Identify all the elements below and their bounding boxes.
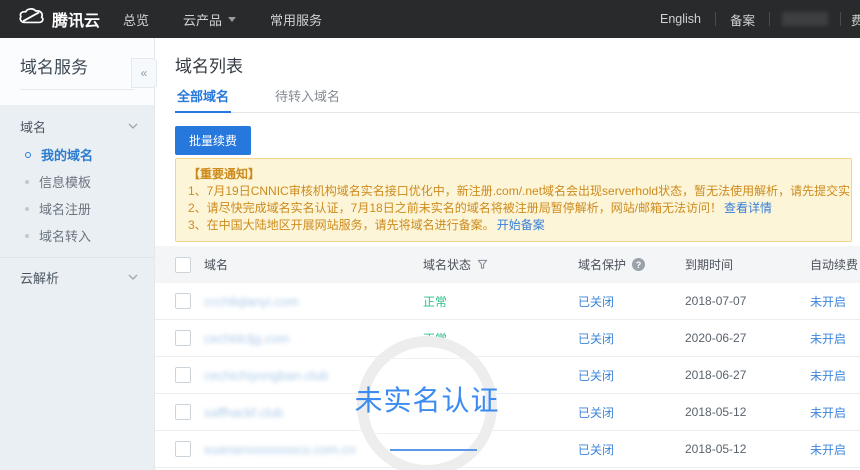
table-header: 域名 域名状态 域名保护 ? 到期时间 自动续费 (155, 246, 860, 283)
lens-row-divider (374, 433, 480, 434)
domain-cell[interactable]: xuananvooooooco.com.cn (204, 442, 356, 457)
nav-item-common-services[interactable]: 常用服务 (253, 0, 339, 38)
auto-renew-cell[interactable]: 未开启 (810, 443, 846, 457)
expiry-cell: 2018-06-27 (685, 368, 810, 382)
main-content: 域名列表 全部域名 待转入域名 批量续费 【重要通知】 1、7月19日CNNIC… (155, 38, 860, 470)
not-verified-watermark: 未实名认证 (355, 379, 500, 419)
account-name-blurred[interactable] (782, 12, 828, 26)
protection-cell[interactable]: 已关闭 (578, 443, 614, 457)
sidebar-item-domain-register[interactable]: 域名注册 (0, 195, 154, 222)
nav-item-cloud-products[interactable]: 云产品 (166, 0, 253, 38)
table-row: ccchliqlanyi.com 正常 已关闭 2018-07-07 未开启 (155, 283, 860, 320)
header-status: 域名状态 (423, 256, 578, 273)
table-row: cechldcljg.com 正常 已关闭 2020-06-27 未开启 (155, 320, 860, 357)
sidebar: 域名服务 « 域名 我的域名 信息模板 域名注册 域名转入 云解析 (0, 38, 155, 470)
expiry-cell: 2018-05-12 (685, 405, 810, 419)
lens-magnified-link-underline (390, 449, 477, 451)
domain-cell[interactable]: saffhackf.club (204, 405, 283, 420)
header-protection: 域名保护 ? (578, 256, 685, 273)
domain-table: 域名 域名状态 域名保护 ? 到期时间 自动续费 ccchliqlanyi.co… (155, 246, 860, 468)
lens-row-divider (374, 358, 480, 359)
sidebar-item-info-templates[interactable]: 信息模板 (0, 168, 154, 195)
bullet-icon (25, 207, 29, 211)
tab-bar: 全部域名 待转入域名 (175, 86, 860, 113)
sidebar-section-dns[interactable]: 云解析 (0, 260, 154, 294)
divider (769, 12, 770, 26)
nav-menu: 总览 云产品 常用服务 (106, 0, 339, 38)
navbar-right: English 备案 费 (646, 0, 860, 38)
status-cell: 正常 (423, 293, 578, 310)
bullet-icon (25, 234, 29, 238)
tab-pending-transfer-in[interactable]: 待转入域名 (273, 86, 342, 113)
protection-cell[interactable]: 已关闭 (578, 406, 614, 420)
auto-renew-cell[interactable]: 未开启 (810, 295, 846, 309)
protection-cell[interactable]: 已关闭 (578, 369, 614, 383)
divider (840, 12, 841, 26)
page-title: 域名列表 (175, 52, 243, 77)
expiry-cell: 2018-05-12 (685, 442, 810, 456)
chevron-down-icon (128, 274, 138, 280)
protection-cell[interactable]: 已关闭 (578, 332, 614, 346)
chevron-down-icon (128, 123, 138, 129)
tencent-cloud-logo[interactable]: 腾讯云 (18, 7, 100, 31)
sidebar-item-my-domains[interactable]: 我的域名 (0, 141, 154, 168)
auto-renew-cell[interactable]: 未开启 (810, 332, 846, 346)
logo-text: 腾讯云 (52, 7, 100, 31)
expiry-cell: 2018-07-07 (685, 294, 810, 308)
protection-cell[interactable]: 已关闭 (578, 295, 614, 309)
sidebar-item-domain-transfer-in[interactable]: 域名转入 (0, 222, 154, 249)
filter-icon[interactable] (477, 259, 488, 270)
notice-line-3: 3、在中国大陆地区开展网站服务，请先将域名进行备案。开始备案 (188, 217, 839, 234)
table-row: saffhackf.club 已关闭 2018-05-12 未开启 (155, 394, 860, 431)
sidebar-section-domain[interactable]: 域名 (0, 111, 154, 141)
row-checkbox[interactable] (175, 367, 191, 383)
domain-cell[interactable]: cechldcljg.com (204, 331, 289, 346)
row-checkbox[interactable] (175, 293, 191, 309)
sidebar-menu: 域名 我的域名 信息模板 域名注册 域名转入 云解析 (0, 105, 154, 470)
header-auto-renew: 自动续费 (810, 256, 860, 273)
important-notice-box: 【重要通知】 1、7月19日CNNIC审核机构域名实名接口优化中，新注册.com… (175, 158, 852, 242)
language-switch[interactable]: English (646, 12, 715, 26)
nav-item-beian[interactable]: 备案 (716, 10, 769, 29)
tab-all-domains[interactable]: 全部域名 (175, 86, 231, 113)
sidebar-collapse-button[interactable]: « (131, 58, 157, 88)
auto-renew-cell[interactable]: 未开启 (810, 369, 846, 383)
header-domain: 域名 (204, 256, 423, 273)
batch-renew-button[interactable]: 批量续费 (175, 126, 251, 155)
cloud-logo-icon (18, 7, 45, 31)
expiry-cell: 2020-06-27 (685, 331, 810, 345)
notice-title: 【重要通知】 (188, 166, 839, 183)
top-navbar: 腾讯云 总览 云产品 常用服务 English 备案 费 (0, 0, 860, 38)
nav-item-overview[interactable]: 总览 (106, 0, 166, 38)
row-checkbox[interactable] (175, 404, 191, 420)
notice-line-2: 2、请尽快完成域名实名认证，7月18日之前未实名的域名将被注册局暂停解析，网站/… (188, 200, 839, 217)
domain-cell[interactable]: ccchliqlanyi.com (204, 294, 299, 309)
nav-item-billing-partial[interactable]: 费 (851, 10, 860, 29)
notice-line-1: 1、7月19日CNNIC审核机构域名实名接口优化中，新注册.com/.net域名… (188, 183, 839, 200)
collapse-icon: « (141, 66, 148, 80)
divider (20, 89, 134, 90)
domain-cell[interactable]: cechichiyongban.club (204, 368, 328, 383)
table-row: cechichiyongban.club 已关闭 2018-06-27 未开启 (155, 357, 860, 394)
bullet-icon (25, 152, 31, 158)
start-beian-link[interactable]: 开始备案 (497, 218, 545, 232)
magnifier-overlay: 未实名认证 (357, 336, 497, 470)
divider (0, 257, 154, 258)
chevron-down-icon (228, 17, 236, 22)
select-all-checkbox[interactable] (175, 257, 191, 273)
bullet-icon (25, 180, 29, 184)
help-icon[interactable]: ? (632, 258, 645, 271)
auto-renew-cell[interactable]: 未开启 (810, 406, 846, 420)
header-expiry: 到期时间 (685, 256, 810, 273)
row-checkbox[interactable] (175, 330, 191, 346)
table-row: xuananvooooooco.com.cn 已关闭 2018-05-12 未开… (155, 431, 860, 468)
row-checkbox[interactable] (175, 441, 191, 457)
view-details-link[interactable]: 查看详情 (724, 201, 772, 215)
